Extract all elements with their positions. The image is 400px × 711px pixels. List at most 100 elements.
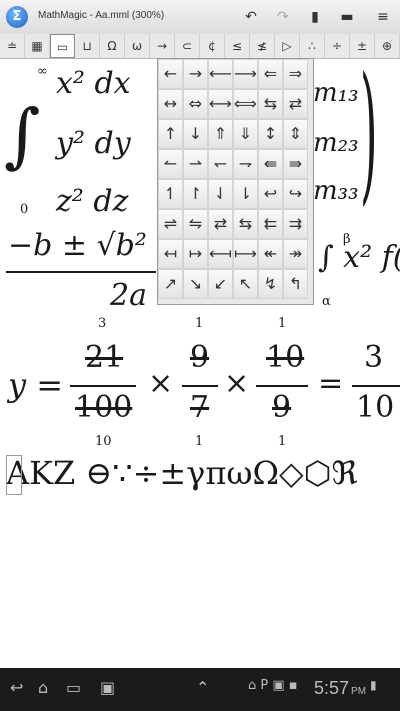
home-icon[interactable]: ⌂ [38,678,48,697]
symbol-btn-13[interactable]: ÷ [325,34,350,58]
symbol-btn-11[interactable]: ▷ [275,34,300,58]
undo-button[interactable]: ↶ [240,7,262,27]
arrow-symbol-32[interactable]: ⇄ [208,209,233,239]
arrow-symbol-31[interactable]: ⇋ [183,209,208,239]
arrow-symbol-28[interactable]: ↩ [258,179,283,209]
result-denominator: 10 [356,390,395,425]
arrow-symbol-13[interactable]: ↓ [183,119,208,149]
symbol-btn-5[interactable]: ω [125,34,150,58]
recent-apps-icon[interactable]: ▭ [66,678,81,697]
f3-numerator: 10 [266,340,305,375]
equals: = [318,366,344,401]
screenshot-icon[interactable]: ▣ [100,678,115,697]
symbol-btn-8[interactable]: ¢ [200,34,225,58]
arrow-symbol-37[interactable]: ↦ [183,239,208,269]
arrow-symbol-15[interactable]: ⇓ [233,119,258,149]
arrow-symbol-38[interactable]: ⟻ [208,239,233,269]
row-3: z² dz [56,184,129,219]
arrow-symbol-40[interactable]: ↞ [258,239,283,269]
f1-bar [70,385,136,387]
symbol-btn-6[interactable]: → [150,34,175,58]
arrow-symbol-23[interactable]: ⇛ [283,149,308,179]
arrow-symbol-43[interactable]: ↘ [183,269,208,299]
arrow-symbol-17[interactable]: ⇕ [283,119,308,149]
arrow-symbol-42[interactable]: ↗ [158,269,183,299]
arrow-symbol-20[interactable]: ↽ [208,149,233,179]
arrow-symbol-14[interactable]: ⇑ [208,119,233,149]
arrow-symbol-35[interactable]: ⇉ [283,209,308,239]
symbol-btn-10[interactable]: ≰ [250,34,275,58]
row-2: y² dy [56,126,131,161]
arrow-symbol-12[interactable]: ↑ [158,119,183,149]
arrow-symbol-0[interactable]: ← [158,59,183,89]
integral-upper-limit: ∞ [37,64,48,79]
arrow-symbol-4[interactable]: ⇐ [258,59,283,89]
arrow-symbol-39[interactable]: ⟼ [233,239,258,269]
arrow-symbol-8[interactable]: ⟷ [208,89,233,119]
arrow-symbol-19[interactable]: ⇀ [183,149,208,179]
arrow-symbol-47[interactable]: ↰ [283,269,308,299]
menu-icon[interactable]: ≡ [372,7,394,27]
arrow-symbol-9[interactable]: ⟺ [233,89,258,119]
arrow-symbol-29[interactable]: ↪ [283,179,308,209]
title-bar: Σ MathMagic - Aa.mml (300%) ↶ ↷ ▮ ▬ ≡ [0,0,400,35]
symbol-btn-2[interactable]: ▭ [50,34,75,58]
back-icon[interactable]: ↩ [10,678,23,697]
second-integral: ∫ x² f( [318,240,400,275]
symbol-btn-12[interactable]: ∴ [300,34,325,58]
app-logo-icon: Σ [6,6,28,28]
symbol-btn-7[interactable]: ⊂ [175,34,200,58]
arrow-symbol-11[interactable]: ⇄ [283,89,308,119]
arrow-symbol-44[interactable]: ↙ [208,269,233,299]
arrow-symbol-16[interactable]: ↕ [258,119,283,149]
arrow-symbol-41[interactable]: ↠ [283,239,308,269]
arrow-symbol-45[interactable]: ↖ [233,269,258,299]
arrow-symbol-25[interactable]: ↾ [183,179,208,209]
arrow-symbol-46[interactable]: ↯ [258,269,283,299]
system-nav-bar: ↩ ⌂ ▭ ▣ ⌃ ⌂ P ▣ ▪ 5:57 PM ▮ [0,668,400,711]
cancel-lhs: y = [8,366,64,404]
arrow-symbol-2[interactable]: ⟵ [208,59,233,89]
arrow-symbol-24[interactable]: ↿ [158,179,183,209]
arrow-symbol-10[interactable]: ⇆ [258,89,283,119]
keyboard-icon[interactable]: ▬ [336,7,358,27]
f2-denominator: 7 [190,390,210,425]
quadratic-denominator: 2a [110,278,147,313]
symbol-btn-9[interactable]: ≤ [225,34,250,58]
arrow-symbol-7[interactable]: ⇔ [183,89,208,119]
times-2: × [224,366,250,401]
arrow-symbol-6[interactable]: ↔ [158,89,183,119]
arrow-symbol-18[interactable]: ↼ [158,149,183,179]
integral-lower-limit: 0 [20,202,29,217]
arrow-symbol-27[interactable]: ⇂ [233,179,258,209]
trash-icon[interactable]: ▮ [304,7,326,27]
arrow-symbol-26[interactable]: ⇃ [208,179,233,209]
arrow-symbol-22[interactable]: ⇚ [258,149,283,179]
arrow-symbol-33[interactable]: ⇆ [233,209,258,239]
chevron-up-icon[interactable]: ⌃ [196,678,209,697]
arrow-symbol-21[interactable]: ⇁ [233,149,258,179]
arrow-symbol-1[interactable]: → [183,59,208,89]
arrow-symbol-30[interactable]: ⇌ [158,209,183,239]
clock: 5:57 PM [314,678,367,698]
arrow-symbol-3[interactable]: ⟶ [233,59,258,89]
matrix-m33: m₃₃ [313,176,359,206]
quadratic-fraction-bar [6,271,156,273]
symbol-btn-1[interactable]: ▦ [25,34,50,58]
row-1: x² dx [56,66,131,101]
result-numerator: 3 [364,340,384,375]
f1-num-tag: 3 [98,316,107,331]
symbol-btn-0[interactable]: ≐ [0,34,25,58]
arrow-symbol-5[interactable]: ⇒ [283,59,308,89]
symbol-btn-4[interactable]: Ω [100,34,125,58]
arrow-symbol-36[interactable]: ↤ [158,239,183,269]
redo-button[interactable]: ↷ [272,7,294,27]
quadratic-numerator: −b ± √b² [8,228,147,263]
f2-numerator: 9 [190,340,210,375]
f2-den-tag: 1 [195,434,204,449]
symbol-btn-14[interactable]: ± [350,34,375,58]
arrow-symbol-34[interactable]: ⇇ [258,209,283,239]
symbol-btn-15[interactable]: ⊕ [375,34,400,58]
input-placeholder-box[interactable] [6,455,22,495]
symbol-btn-3[interactable]: ⊔ [75,34,100,58]
